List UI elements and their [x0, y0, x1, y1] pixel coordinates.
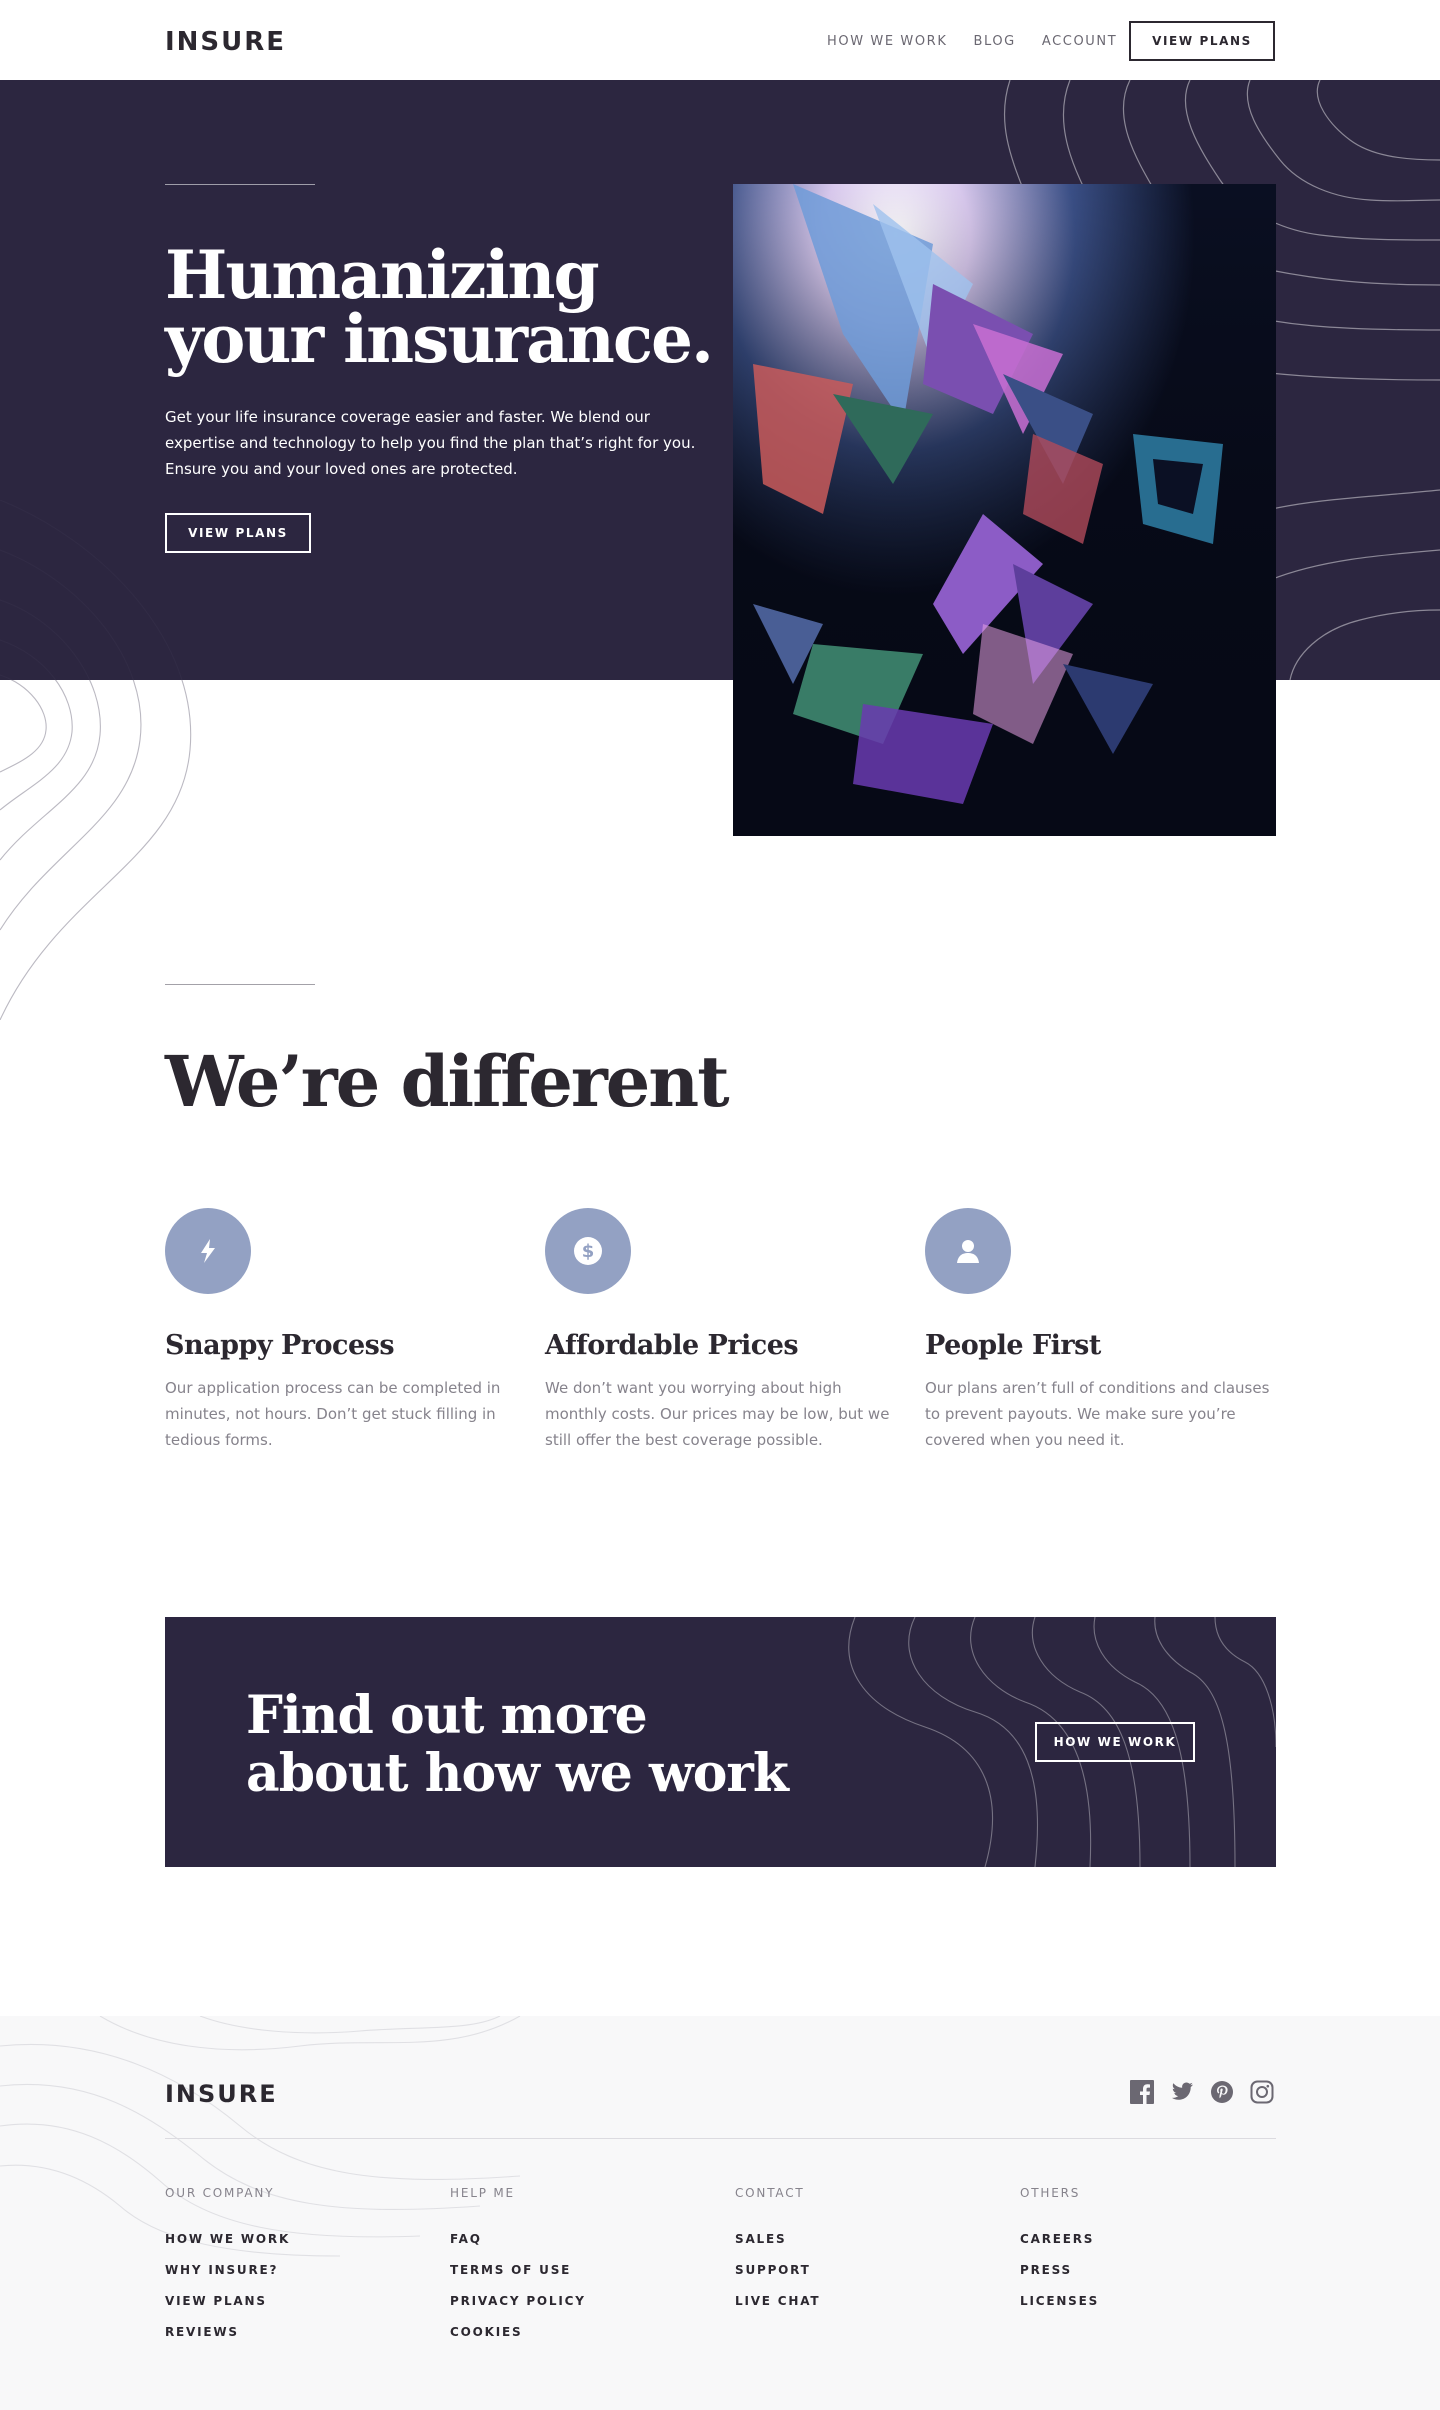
- footer-divider: [165, 2138, 1276, 2139]
- footer-link[interactable]: FAQ: [450, 2232, 690, 2263]
- contour-lines-decoration-left: [0, 500, 192, 1020]
- nav-link-blog[interactable]: BLOG: [973, 34, 1015, 49]
- feature-text: Our application process can be completed…: [165, 1379, 501, 1449]
- footer-link[interactable]: VIEW PLANS: [165, 2294, 405, 2325]
- footer-column-heading: CONTACT: [735, 2186, 805, 2200]
- footer-column-help-me: HELP ME FAQ TERMS OF USE PRIVACY POLICY …: [450, 2186, 690, 2356]
- cta-title-line-2: about how we work: [246, 1743, 789, 1804]
- footer-link[interactable]: WHY INSURE?: [165, 2263, 405, 2294]
- twitter-icon[interactable]: [1170, 2080, 1194, 2104]
- nav-link-how-we-work[interactable]: HOW WE WORK: [827, 34, 947, 49]
- cta-title-line-1: Find out more: [246, 1685, 648, 1746]
- social-links: [1130, 2080, 1274, 2104]
- nav-link-account[interactable]: ACCOUNT: [1042, 34, 1117, 49]
- feature-people-first: People First Our plans aren’t full of co…: [925, 1208, 1270, 1453]
- different-divider: [165, 984, 315, 985]
- footer-link[interactable]: TERMS OF USE: [450, 2263, 690, 2294]
- pinterest-icon[interactable]: [1210, 2080, 1234, 2104]
- footer-column-our-company: OUR COMPANY HOW WE WORK WHY INSURE? VIEW…: [165, 2186, 405, 2356]
- footer-link[interactable]: SALES: [735, 2232, 975, 2263]
- feature-text: Our plans aren’t full of conditions and …: [925, 1379, 1270, 1449]
- different-title: We’re different: [165, 1040, 730, 1123]
- svg-text:$: $: [582, 1241, 595, 1262]
- nav-links: HOW WE WORK BLOG ACCOUNT: [827, 34, 1117, 49]
- hero-title: Humanizing your insurance.: [165, 242, 725, 372]
- footer-column-heading: OUR COMPANY: [165, 2186, 275, 2200]
- feature-snappy-process: Snappy Process Our application process c…: [165, 1208, 510, 1453]
- logo[interactable]: INSURE: [165, 27, 286, 57]
- hero-image: [733, 184, 1276, 836]
- footer-link[interactable]: CAREERS: [1020, 2232, 1260, 2263]
- feature-title: Snappy Process: [165, 1330, 395, 1361]
- how-we-work-cta: Find out more about how we work HOW WE W…: [165, 1617, 1276, 1867]
- feature-text: We don’t want you worrying about high mo…: [545, 1379, 890, 1449]
- dollar-icon: $: [545, 1208, 631, 1294]
- footer-link[interactable]: REVIEWS: [165, 2325, 405, 2356]
- how-we-work-button[interactable]: HOW WE WORK: [1035, 1722, 1195, 1762]
- hero-title-line-2: your insurance.: [165, 300, 714, 378]
- footer-link[interactable]: PRIVACY POLICY: [450, 2294, 690, 2325]
- footer-column-contact: CONTACT SALES SUPPORT LIVE CHAT: [735, 2186, 975, 2325]
- footer-column-heading: OTHERS: [1020, 2186, 1081, 2200]
- footer-link[interactable]: SUPPORT: [735, 2263, 975, 2294]
- footer: INSURE OUR COMPANY HOW WE WORK WHY INSUR…: [0, 2016, 1440, 2410]
- hero-description: Get your life insurance coverage easier …: [165, 408, 696, 478]
- hero-divider: [165, 184, 315, 185]
- footer-link[interactable]: HOW WE WORK: [165, 2232, 405, 2263]
- footer-column-heading: HELP ME: [450, 2186, 515, 2200]
- person-icon: [925, 1208, 1011, 1294]
- facebook-icon[interactable]: [1130, 2080, 1154, 2104]
- view-plans-button[interactable]: VIEW PLANS: [1129, 21, 1275, 61]
- lightning-icon: [165, 1208, 251, 1294]
- footer-link[interactable]: COOKIES: [450, 2325, 690, 2356]
- feature-title: People First: [925, 1330, 1101, 1361]
- footer-column-others: OTHERS CAREERS PRESS LICENSES: [1020, 2186, 1260, 2325]
- footer-link[interactable]: PRESS: [1020, 2263, 1260, 2294]
- top-nav: INSURE HOW WE WORK BLOG ACCOUNT VIEW PLA…: [0, 0, 1440, 80]
- instagram-icon[interactable]: [1250, 2080, 1274, 2104]
- abstract-art-illustration: [733, 184, 1276, 836]
- feature-affordable-prices: $ Affordable Prices We don’t want you wo…: [545, 1208, 890, 1453]
- feature-title: Affordable Prices: [545, 1330, 799, 1361]
- footer-link[interactable]: LIVE CHAT: [735, 2294, 975, 2325]
- cta-title: Find out more about how we work: [246, 1687, 806, 1803]
- footer-logo[interactable]: INSURE: [165, 2080, 278, 2108]
- footer-link[interactable]: LICENSES: [1020, 2294, 1260, 2325]
